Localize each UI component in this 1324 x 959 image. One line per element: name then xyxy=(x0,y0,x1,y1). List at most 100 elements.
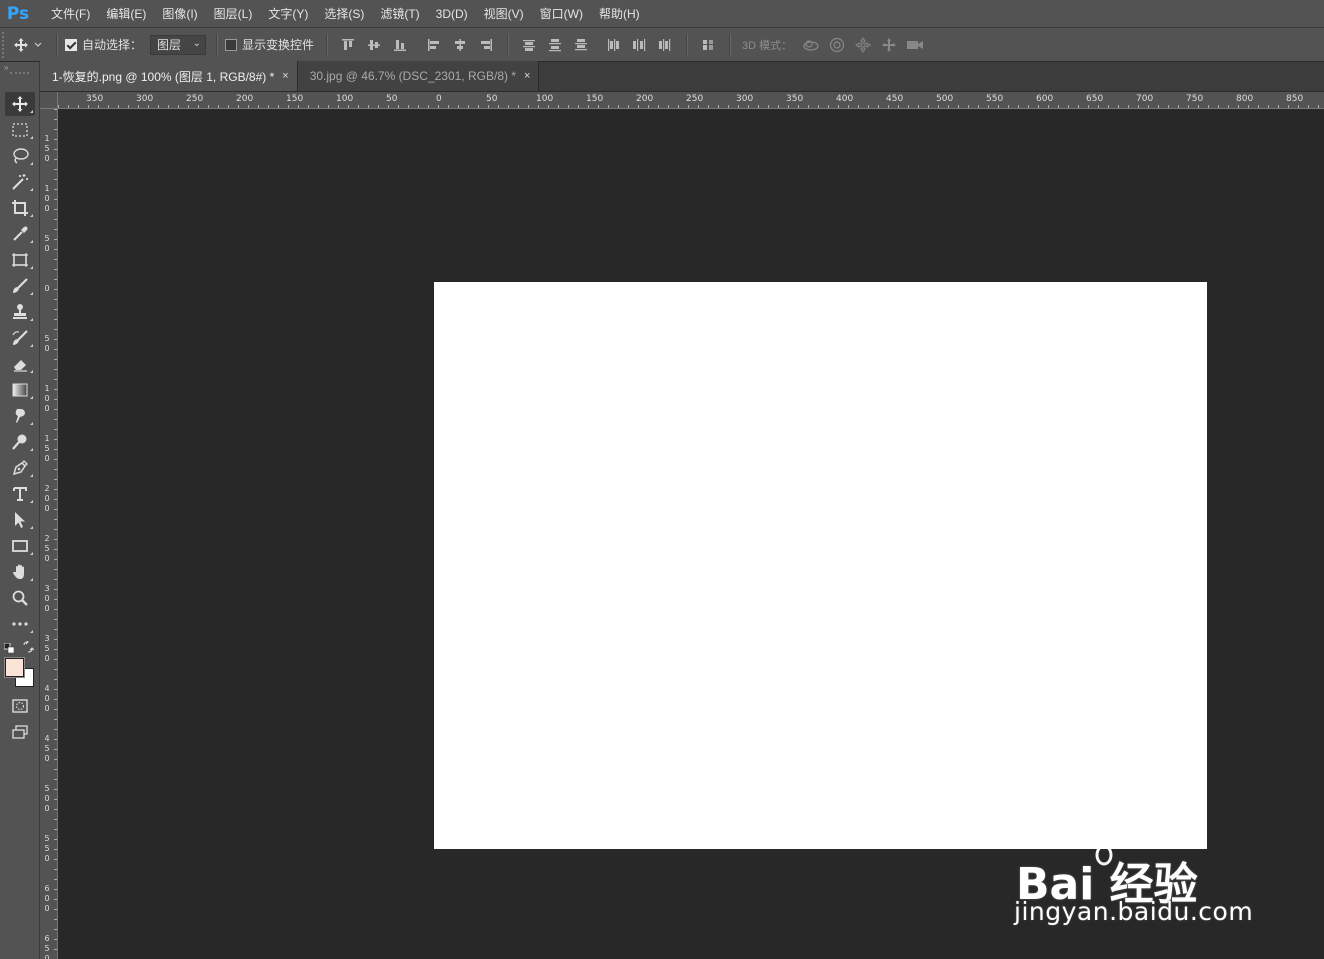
ruler-label: 250 xyxy=(44,534,50,563)
dodge-icon xyxy=(12,434,27,450)
menu-item[interactable]: 图像(I) xyxy=(154,0,205,28)
close-icon[interactable]: × xyxy=(282,70,288,82)
menu-item[interactable]: 3D(D) xyxy=(428,0,476,28)
move-icon xyxy=(14,37,42,52)
foreground-color-swatch[interactable] xyxy=(5,658,24,677)
align-bottom-icon xyxy=(394,39,407,51)
eyedropper-tool[interactable] xyxy=(5,222,35,246)
ruler-label: 650 xyxy=(1086,94,1104,104)
distribute-left-edges-button[interactable] xyxy=(600,32,626,58)
frame-tool[interactable] xyxy=(5,248,35,272)
magic-wand-tool[interactable] xyxy=(5,170,35,194)
brush-tool[interactable] xyxy=(5,274,35,298)
menu-bar: Ps 文件(F) 编辑(E) 图像(I) 图层(L) 文字(Y) 选择(S) 滤镜(T) 3D… xyxy=(0,0,1324,28)
align-right-edges-button[interactable] xyxy=(473,32,499,58)
ruler-label: 450 xyxy=(44,734,50,763)
close-icon[interactable]: × xyxy=(524,70,530,82)
ruler-label: 850 xyxy=(1286,94,1304,104)
horizontal-ruler[interactable]: 350 300 250 200 150 100 50 0 50 100 150 200 250 300 35… xyxy=(58,92,1324,109)
rectangle-tool[interactable] xyxy=(5,534,35,558)
gradient-tool[interactable] xyxy=(5,378,35,402)
menu-item[interactable]: 文字(Y) xyxy=(260,0,316,28)
distribute-bottom-edges-button[interactable] xyxy=(568,32,594,58)
align-bottom-edges-button[interactable] xyxy=(387,32,413,58)
swap-colors-button[interactable] xyxy=(22,639,35,653)
quick-mask-button[interactable] xyxy=(5,694,35,718)
align-horizontal-centers-button[interactable] xyxy=(447,32,473,58)
menu-item[interactable]: 帮助(H) xyxy=(591,0,648,28)
ruler-origin[interactable] xyxy=(40,92,58,109)
eraser-icon xyxy=(14,360,27,372)
eraser-tool[interactable] xyxy=(5,352,35,376)
canvas-workspace[interactable] xyxy=(58,109,1324,959)
move-tool[interactable] xyxy=(5,92,35,116)
menu-item[interactable]: 窗口(W) xyxy=(532,0,591,28)
show-transform-controls-checkbox[interactable]: 显示变换控件 xyxy=(225,36,314,53)
show-transform-check[interactable] xyxy=(225,38,238,51)
3d-pan-button[interactable] xyxy=(850,32,876,58)
type-tool[interactable] xyxy=(5,482,35,506)
lasso-tool[interactable] xyxy=(5,144,35,168)
3d-scale-button[interactable] xyxy=(902,32,928,58)
smudge-icon xyxy=(15,408,25,423)
history-brush-tool[interactable] xyxy=(5,326,35,350)
separator xyxy=(326,33,328,56)
document-tab-active[interactable]: 1-恢复的.png @ 100% (图层 1, RGB/8#) * × xyxy=(40,61,298,91)
ruler-label: 350 xyxy=(86,94,104,104)
hand-tool[interactable] xyxy=(5,560,35,584)
tools-panel-grip[interactable] xyxy=(10,72,29,78)
3d-pan-icon xyxy=(855,36,872,53)
crop-tool[interactable] xyxy=(5,196,35,220)
auto-select-checkbox[interactable]: 自动选择： xyxy=(65,36,142,53)
distribute-vertical-centers-button[interactable] xyxy=(542,32,568,58)
clone-stamp-tool[interactable] xyxy=(5,300,35,324)
edit-toolbar-button[interactable] xyxy=(5,612,35,636)
3d-roll-icon xyxy=(830,37,845,52)
menu-items: 文件(F) 编辑(E) 图像(I) 图层(L) 文字(Y) 选择(S) 滤镜(T) 3D(D)… xyxy=(43,0,648,28)
align-top-icon xyxy=(342,38,355,50)
path-selection-tool[interactable] xyxy=(5,508,35,532)
align-vcenter-icon xyxy=(368,39,381,50)
menu-item[interactable]: 滤镜(T) xyxy=(372,0,427,28)
menu-item[interactable]: 文件(F) xyxy=(43,0,98,28)
pen-tool[interactable] xyxy=(5,456,35,480)
auto-select-check[interactable] xyxy=(65,38,77,51)
panel-collapse-icon[interactable]: » xyxy=(0,62,39,72)
distribute-top-edges-button[interactable] xyxy=(516,32,542,58)
distribute-left-icon xyxy=(608,38,620,51)
align-left-edges-button[interactable] xyxy=(421,32,447,58)
3d-slide-button[interactable] xyxy=(876,32,902,58)
3d-rotate-button[interactable] xyxy=(798,32,824,58)
ruler-label: 0 xyxy=(44,284,50,293)
3d-roll-button[interactable] xyxy=(824,32,850,58)
document-tab-bar: 1-恢复的.png @ 100% (图层 1, RGB/8#) * × 30.j… xyxy=(40,61,1324,92)
document-tab[interactable]: 30.jpg @ 46.7% (DSC_2301, RGB/8) * × xyxy=(297,61,540,91)
align-vertical-centers-button[interactable] xyxy=(361,32,387,58)
ruler-label: 450 xyxy=(886,94,904,104)
dodge-tool[interactable] xyxy=(5,430,35,454)
ruler-label: 750 xyxy=(1186,94,1204,104)
blur-tool[interactable] xyxy=(5,404,35,428)
document-canvas[interactable] xyxy=(434,282,1207,849)
marquee-tool[interactable] xyxy=(5,118,35,142)
auto-select-target-dropdown[interactable]: 图层 ⌄ xyxy=(150,34,207,55)
move-tool-preset-picker[interactable] xyxy=(8,32,48,58)
arrow-cursor-icon xyxy=(15,512,25,528)
align-top-edges-button[interactable] xyxy=(335,32,361,58)
menu-item[interactable]: 选择(S) xyxy=(316,0,372,28)
vertical-ruler[interactable]: 1501005005010015020025030035040045050055… xyxy=(40,109,58,959)
tools-panel: » xyxy=(0,62,40,959)
menu-item[interactable]: 图层(L) xyxy=(206,0,261,28)
menu-item[interactable]: 编辑(E) xyxy=(98,0,154,28)
default-colors-button[interactable] xyxy=(3,642,15,654)
eyedropper-icon xyxy=(13,226,28,241)
distribute-right-edges-button[interactable] xyxy=(652,32,678,58)
auto-align-layers-button[interactable] xyxy=(695,32,721,58)
ruler-label: 200 xyxy=(44,484,50,513)
distribute-horizontal-centers-button[interactable] xyxy=(626,32,652,58)
menu-item[interactable]: 视图(V) xyxy=(476,0,532,28)
screen-mode-button[interactable] xyxy=(5,720,35,744)
ruler-label: 100 xyxy=(44,184,50,213)
zoom-tool[interactable] xyxy=(5,586,35,610)
ruler-label: 600 xyxy=(1036,94,1054,104)
